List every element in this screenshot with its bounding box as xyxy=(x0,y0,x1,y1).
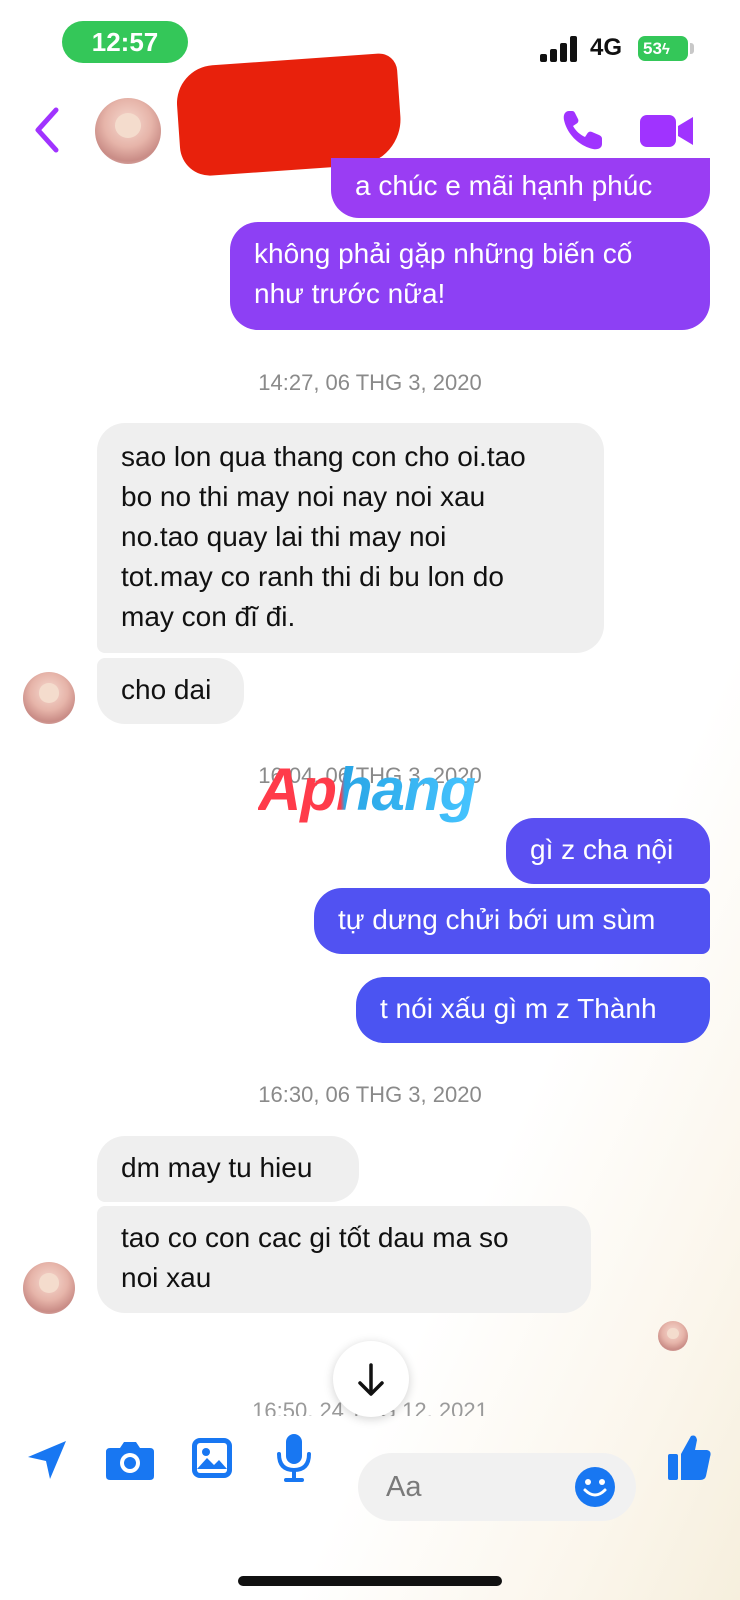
gallery-icon[interactable] xyxy=(190,1436,234,1480)
network-type: 4G xyxy=(590,34,623,61)
message-text: dm may tu hieu xyxy=(121,1152,313,1183)
message-text-line: noi xau xyxy=(121,1262,212,1293)
message-text-line: bo no thi may noi nay noi xau xyxy=(121,481,486,512)
sender-avatar[interactable] xyxy=(23,672,75,724)
message-text-line: may con đĩ đi. xyxy=(121,601,296,632)
message-text: a chúc e mãi hạnh phúc xyxy=(355,170,653,201)
outgoing-message[interactable]: tự dưng chửi bới um sùm xyxy=(314,888,710,954)
timestamp: 14:27, 06 THG 3, 2020 xyxy=(258,370,482,395)
microphone-icon[interactable] xyxy=(274,1432,314,1484)
outgoing-message[interactable]: a chúc e mãi hạnh phúc xyxy=(331,158,710,218)
incoming-message[interactable]: sao lon qua thang con cho oi.tao bo no t… xyxy=(97,423,604,653)
thumbs-up-icon[interactable] xyxy=(666,1432,712,1482)
contact-avatar[interactable] xyxy=(95,98,161,164)
back-chevron-icon[interactable] xyxy=(28,104,68,156)
seen-receipt-avatar xyxy=(658,1321,688,1351)
messenger-conversation: 12:57 4G 53ϟ a chúc e mãi hạnh phúc khôn… xyxy=(0,0,740,1600)
outgoing-message[interactable]: gì z cha nội xyxy=(506,818,710,884)
status-time: 12:57 xyxy=(62,21,188,63)
cellular-signal-icon xyxy=(540,36,580,62)
watermark-logo: Aphang xyxy=(258,756,476,823)
camera-icon[interactable] xyxy=(104,1438,156,1482)
outgoing-message[interactable]: không phải gặp những biến cố như trước n… xyxy=(230,222,710,330)
message-text-line: sao lon qua thang con cho oi.tao xyxy=(121,441,526,472)
message-text-line: tot.may co ranh thi di bu lon do xyxy=(121,561,504,592)
outgoing-message[interactable]: t nói xấu gì m z Thành xyxy=(356,977,710,1043)
message-text: tự dưng chửi bới um sùm xyxy=(338,904,656,935)
video-camera-icon[interactable] xyxy=(640,113,694,149)
message-text-line: như trước nữa! xyxy=(254,278,446,309)
battery-level: 53 xyxy=(643,39,662,58)
scroll-to-bottom-button[interactable] xyxy=(333,1341,409,1417)
message-text-line: không phải gặp những biến cố xyxy=(254,238,633,269)
incoming-message[interactable]: tao co con cac gi tốt dau ma so noi xau xyxy=(97,1206,591,1313)
incoming-message[interactable]: dm may tu hieu xyxy=(97,1136,359,1202)
message-input-container[interactable] xyxy=(358,1453,636,1521)
sender-avatar[interactable] xyxy=(23,1262,75,1314)
message-text: t nói xấu gì m z Thành xyxy=(380,993,657,1024)
message-text-line: tao co con cac gi tốt dau ma so xyxy=(121,1222,509,1253)
home-indicator xyxy=(238,1576,502,1586)
incoming-message[interactable]: cho dai xyxy=(97,658,244,724)
phone-icon[interactable] xyxy=(560,107,606,153)
message-text: cho dai xyxy=(121,674,212,705)
battery-indicator: 53ϟ xyxy=(638,36,688,61)
message-input[interactable] xyxy=(386,1467,566,1507)
send-arrow-icon[interactable] xyxy=(24,1437,70,1483)
message-text: gì z cha nội xyxy=(530,834,674,865)
message-text-line: no.tao quay lai thi may noi xyxy=(121,521,447,552)
emoji-icon[interactable] xyxy=(574,1466,616,1508)
battery-tip xyxy=(690,43,694,54)
arrow-down-icon xyxy=(358,1363,384,1396)
timestamp: 16:30, 06 THG 3, 2020 xyxy=(258,1082,482,1107)
